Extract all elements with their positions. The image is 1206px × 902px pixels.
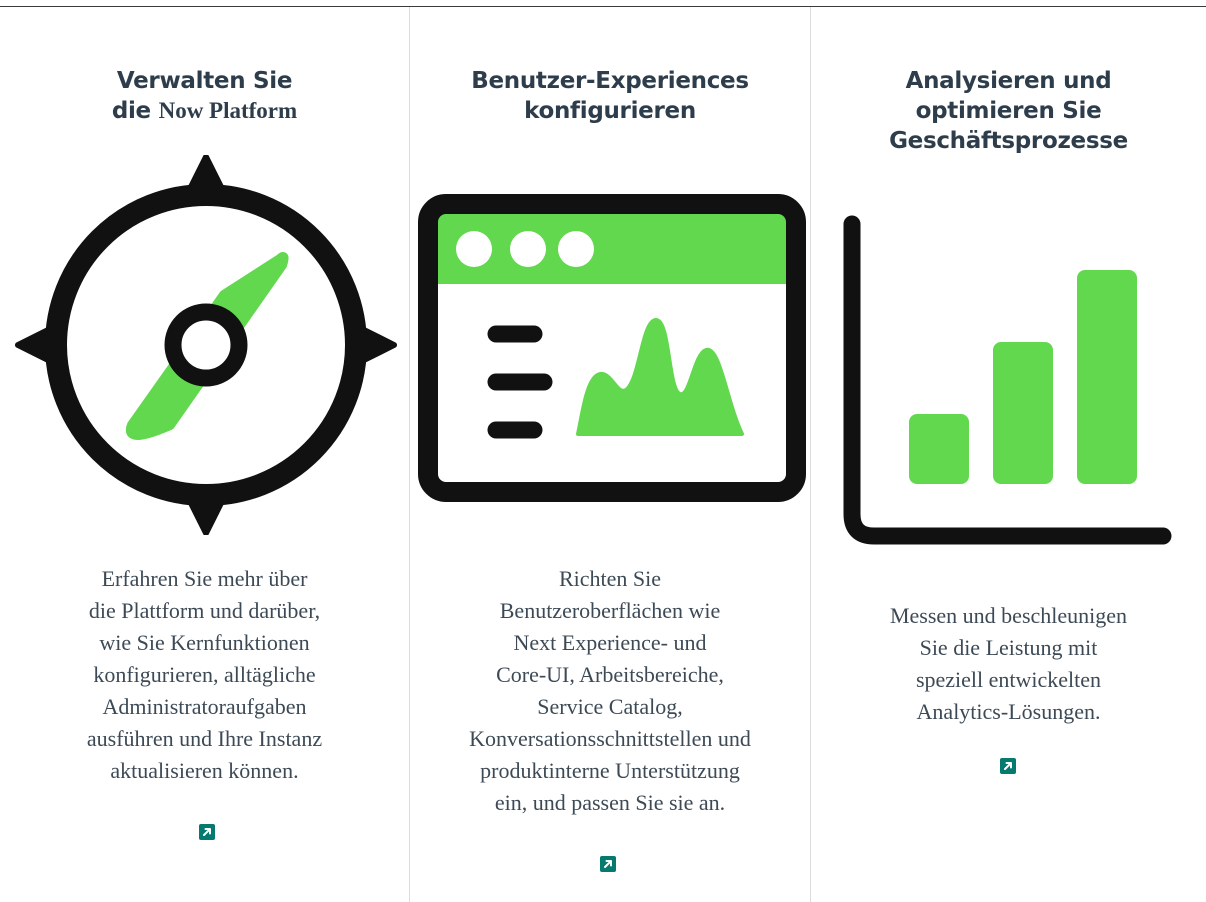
card-title-line: die Now Platform — [0, 96, 409, 126]
arrow-up-right-icon — [604, 860, 612, 868]
external-link-icon[interactable] — [199, 824, 215, 840]
description-line: Messen und beschleunigen — [889, 603, 1128, 628]
card-manage-platform: Verwalten Sie die Now Platform Erfahren … — [0, 0, 409, 902]
compass-icon — [15, 155, 397, 535]
external-link-icon[interactable] — [1000, 758, 1016, 774]
external-link-icon[interactable] — [600, 856, 616, 872]
description-line: Erfahren Sie mehr über — [101, 566, 308, 591]
arrow-up-right-icon — [203, 828, 211, 836]
description-line: aktualisieren können. — [110, 758, 299, 783]
card-title: Analysieren und optimieren Sie Geschäfts… — [811, 66, 1206, 156]
card-description: Richten Sie Benutzeroberflächen wie Next… — [410, 563, 810, 819]
description-line: produktinterne Unterstützung — [480, 758, 740, 783]
description-line: die Plattform und darüber, — [88, 598, 321, 623]
description-line: ein, und passen Sie sie an. — [494, 790, 726, 815]
description-line: Next Experience- und — [513, 630, 707, 655]
description-line: Richten Sie — [558, 566, 662, 591]
card-title: Benutzer-Experiences konfigurieren — [410, 66, 810, 126]
card-title-word: die — [111, 98, 151, 124]
card-title-product: Now Platform — [158, 98, 298, 123]
card-title-line: konfigurieren — [524, 98, 696, 124]
description-line: Sie die Leistung mit — [919, 635, 1098, 660]
card-description: Messen und beschleunigen Sie die Leistun… — [811, 600, 1206, 728]
description-line: ausführen und Ihre Instanz — [86, 726, 323, 751]
card-title: Verwalten Sie die Now Platform — [0, 66, 409, 126]
bar-chart-icon — [843, 215, 1172, 545]
browser-window-icon — [418, 194, 806, 502]
description-line: Administratoraufgaben — [102, 694, 307, 719]
card-analyze-processes: Analysieren und optimieren Sie Geschäfts… — [811, 0, 1206, 902]
card-description: Erfahren Sie mehr über die Plattform und… — [0, 563, 409, 787]
description-line: Service Catalog, — [537, 694, 683, 719]
card-title-line: Benutzer-Experiences — [471, 68, 749, 94]
description-line: wie Sie Kernfunktionen — [99, 630, 310, 655]
card-title-line: Geschäftsprozesse — [889, 128, 1128, 154]
description-line: Benutzeroberflächen wie — [499, 598, 721, 623]
description-line: Core-UI, Arbeitsbereiche, — [496, 662, 724, 687]
card-title-line: Verwalten Sie — [116, 68, 293, 94]
description-line: Konversationsschnittstellen und — [469, 726, 751, 751]
description-line: konfigurieren, alltägliche — [93, 662, 316, 687]
description-line: Analytics-Lösungen. — [916, 699, 1101, 724]
card-user-experiences: Benutzer-Experiences konfigurieren Richt… — [410, 0, 810, 902]
card-title-line: optimieren Sie — [915, 98, 1102, 124]
description-line: speziell entwickelten — [915, 667, 1102, 692]
card-title-line: Analysieren und — [905, 68, 1112, 94]
arrow-up-right-icon — [1004, 762, 1012, 770]
